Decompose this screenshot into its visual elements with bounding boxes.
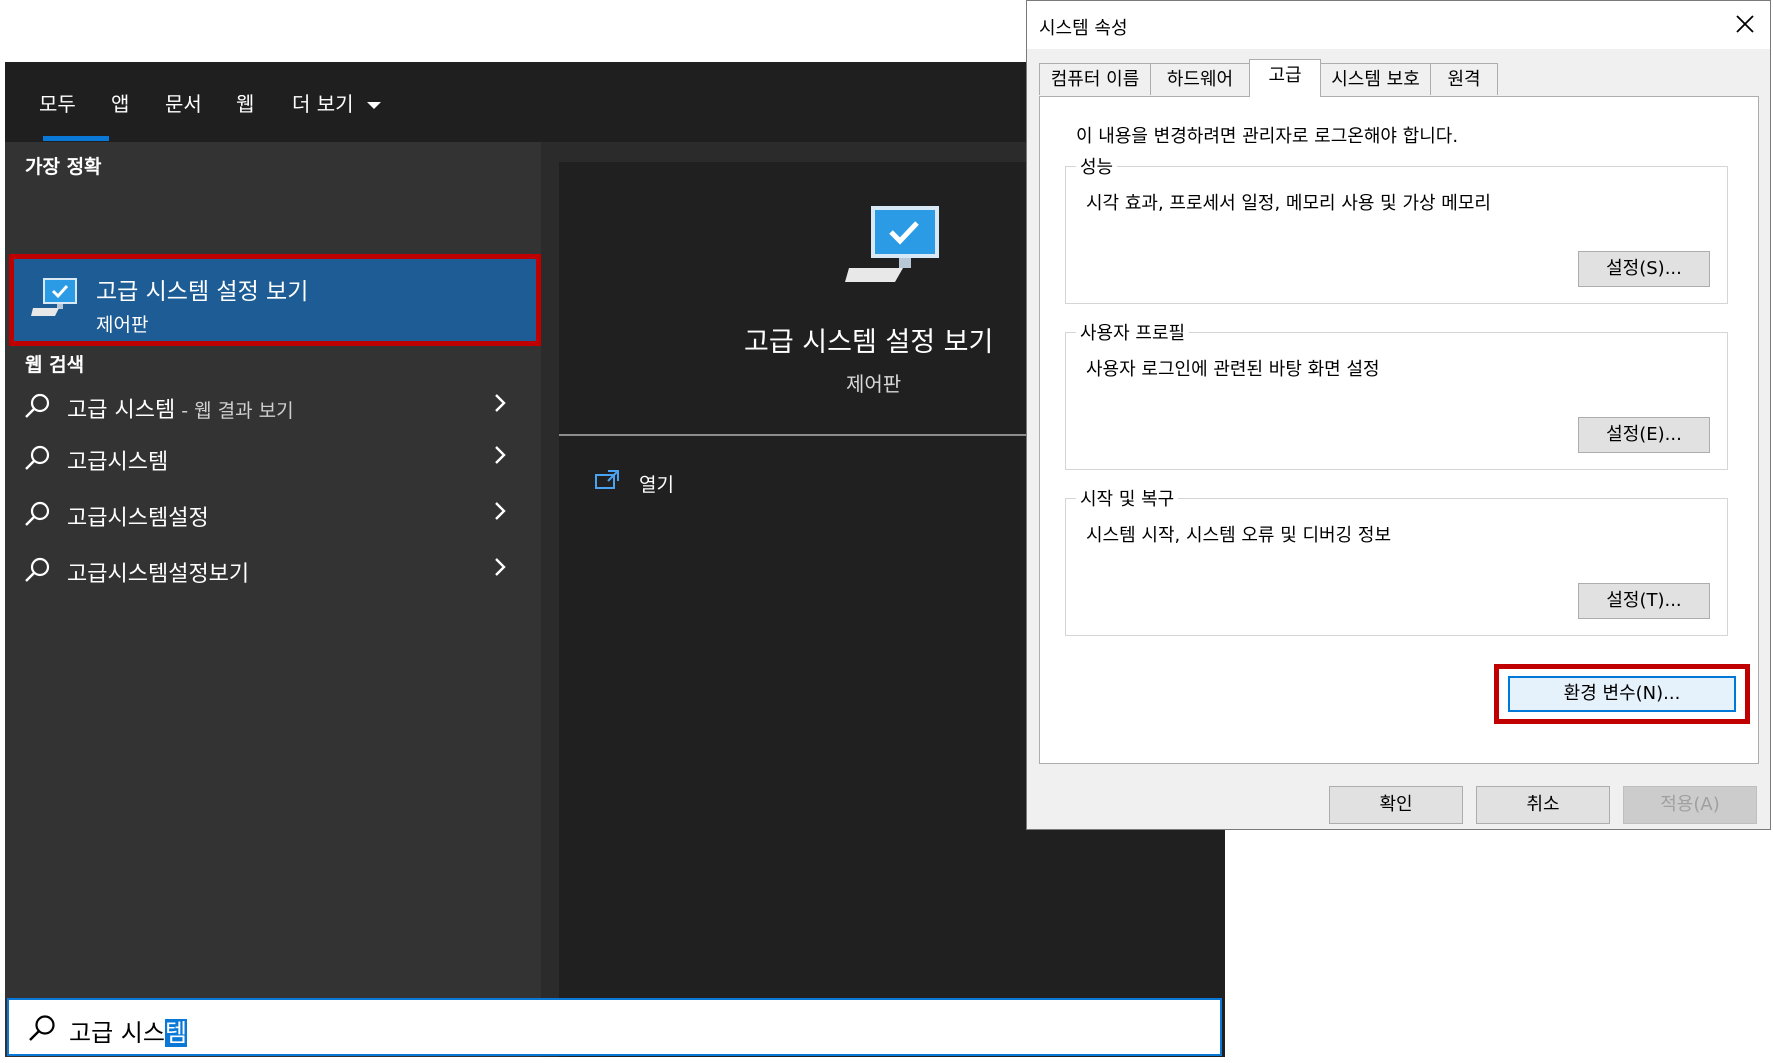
best-match-result[interactable]: 고급 시스템 설정 보기 제어판 [9, 254, 541, 346]
best-match-subtitle: 제어판 [96, 314, 149, 336]
web-result-item[interactable]: 고급 시스템 - 웹 결과 보기 [5, 380, 541, 432]
group-description: 시스템 시작, 시스템 오류 및 디버깅 정보 [1086, 525, 1392, 546]
tab-hardware[interactable]: 하드웨어 [1150, 63, 1250, 95]
cancel-button[interactable]: 취소 [1476, 786, 1610, 824]
web-result-item[interactable]: 고급시스템설정 [5, 488, 541, 540]
open-external-icon [595, 470, 619, 489]
search-icon [25, 445, 50, 470]
system-properties-dialog: 시스템 속성 컴퓨터 이름 하드웨어 고급 시스템 보호 원격 이 내용을 변경… [1026, 0, 1771, 830]
apply-button[interactable]: 적용(A) [1623, 786, 1757, 824]
web-result-label: 고급시스템설정 [67, 506, 209, 531]
web-result-label: 고급 시스템 - 웹 결과 보기 [67, 398, 294, 423]
search-query[interactable]: 고급 시스템 [69, 1013, 188, 1048]
web-result-label: 고급시스템설정보기 [67, 562, 250, 587]
admin-note: 이 내용을 변경하려면 관리자로 로그온해야 합니다. [1076, 126, 1459, 147]
web-result-item[interactable]: 고급시스템 [5, 432, 541, 484]
group-legend: 사용자 프로필 [1076, 319, 1190, 345]
tab-all[interactable]: 모두 [39, 88, 76, 117]
dialog-title: 시스템 속성 [1039, 18, 1128, 39]
search-icon [25, 501, 50, 526]
user-profiles-group: 사용자 프로필 사용자 로그인에 관련된 바탕 화면 설정 설정(E)... [1065, 319, 1728, 470]
startup-recovery-settings-button[interactable]: 설정(T)... [1578, 583, 1710, 619]
tab-apps[interactable]: 앱 [111, 88, 129, 117]
tab-advanced[interactable]: 고급 [1249, 59, 1321, 97]
preview-subtitle: 제어판 [846, 372, 902, 396]
group-legend: 성능 [1076, 153, 1118, 179]
tab-web[interactable]: 웹 [236, 88, 254, 117]
group-legend: 시작 및 복구 [1076, 485, 1179, 511]
startup-recovery-group: 시작 및 복구 시스템 시작, 시스템 오류 및 디버깅 정보 설정(T)... [1065, 485, 1728, 636]
close-icon[interactable] [1732, 11, 1758, 37]
active-tab-indicator [43, 136, 109, 141]
tab-computer-name[interactable]: 컴퓨터 이름 [1039, 63, 1151, 95]
tab-documents[interactable]: 문서 [165, 88, 202, 117]
best-match-heading: 가장 정확 [25, 156, 102, 178]
group-description: 사용자 로그인에 관련된 바탕 화면 설정 [1086, 359, 1380, 380]
search-icon [25, 393, 50, 418]
web-result-item[interactable]: 고급시스템설정보기 [5, 544, 541, 596]
monitor-checkmark-icon [31, 278, 77, 316]
tab-system-protection[interactable]: 시스템 보호 [1320, 63, 1431, 95]
chevron-right-icon [495, 558, 506, 576]
web-search-heading: 웹 검색 [25, 354, 85, 376]
search-box[interactable]: 고급 시스템 [7, 998, 1222, 1056]
environment-variables-button[interactable]: 환경 변수(N)... [1508, 676, 1736, 712]
advanced-tab-page: 이 내용을 변경하려면 관리자로 로그온해야 합니다. 성능 시각 효과, 프로… [1039, 96, 1759, 764]
search-icon [25, 557, 50, 582]
performance-group: 성능 시각 효과, 프로세서 일정, 메모리 사용 및 가상 메모리 설정(S)… [1065, 153, 1728, 304]
tab-remote[interactable]: 원격 [1430, 63, 1498, 95]
preview-title: 고급 시스템 설정 보기 [744, 327, 994, 358]
performance-settings-button[interactable]: 설정(S)... [1578, 251, 1710, 287]
chevron-right-icon [495, 446, 506, 464]
dialog-titlebar: 시스템 속성 [1027, 1, 1770, 49]
chevron-right-icon [495, 394, 506, 412]
group-description: 시각 효과, 프로세서 일정, 메모리 사용 및 가상 메모리 [1086, 193, 1491, 214]
web-result-label: 고급시스템 [67, 450, 169, 475]
results-list: 가장 정확 고급 시스템 설정 보기 제어판 웹 검색 고급 시스템 - 웹 결… [5, 142, 541, 1057]
environment-variables-highlight: 환경 변수(N)... [1494, 664, 1750, 724]
open-label: 열기 [639, 474, 674, 496]
ok-button[interactable]: 확인 [1329, 786, 1463, 824]
user-profiles-settings-button[interactable]: 설정(E)... [1578, 417, 1710, 453]
monitor-checkmark-icon [845, 206, 939, 282]
best-match-title: 고급 시스템 설정 보기 [96, 279, 309, 305]
chevron-right-icon [495, 502, 506, 520]
caret-down-icon [366, 101, 381, 109]
search-icon [29, 1015, 55, 1041]
tab-more-label: 더 보기 [292, 92, 354, 116]
tab-more[interactable]: 더 보기 [292, 88, 382, 117]
